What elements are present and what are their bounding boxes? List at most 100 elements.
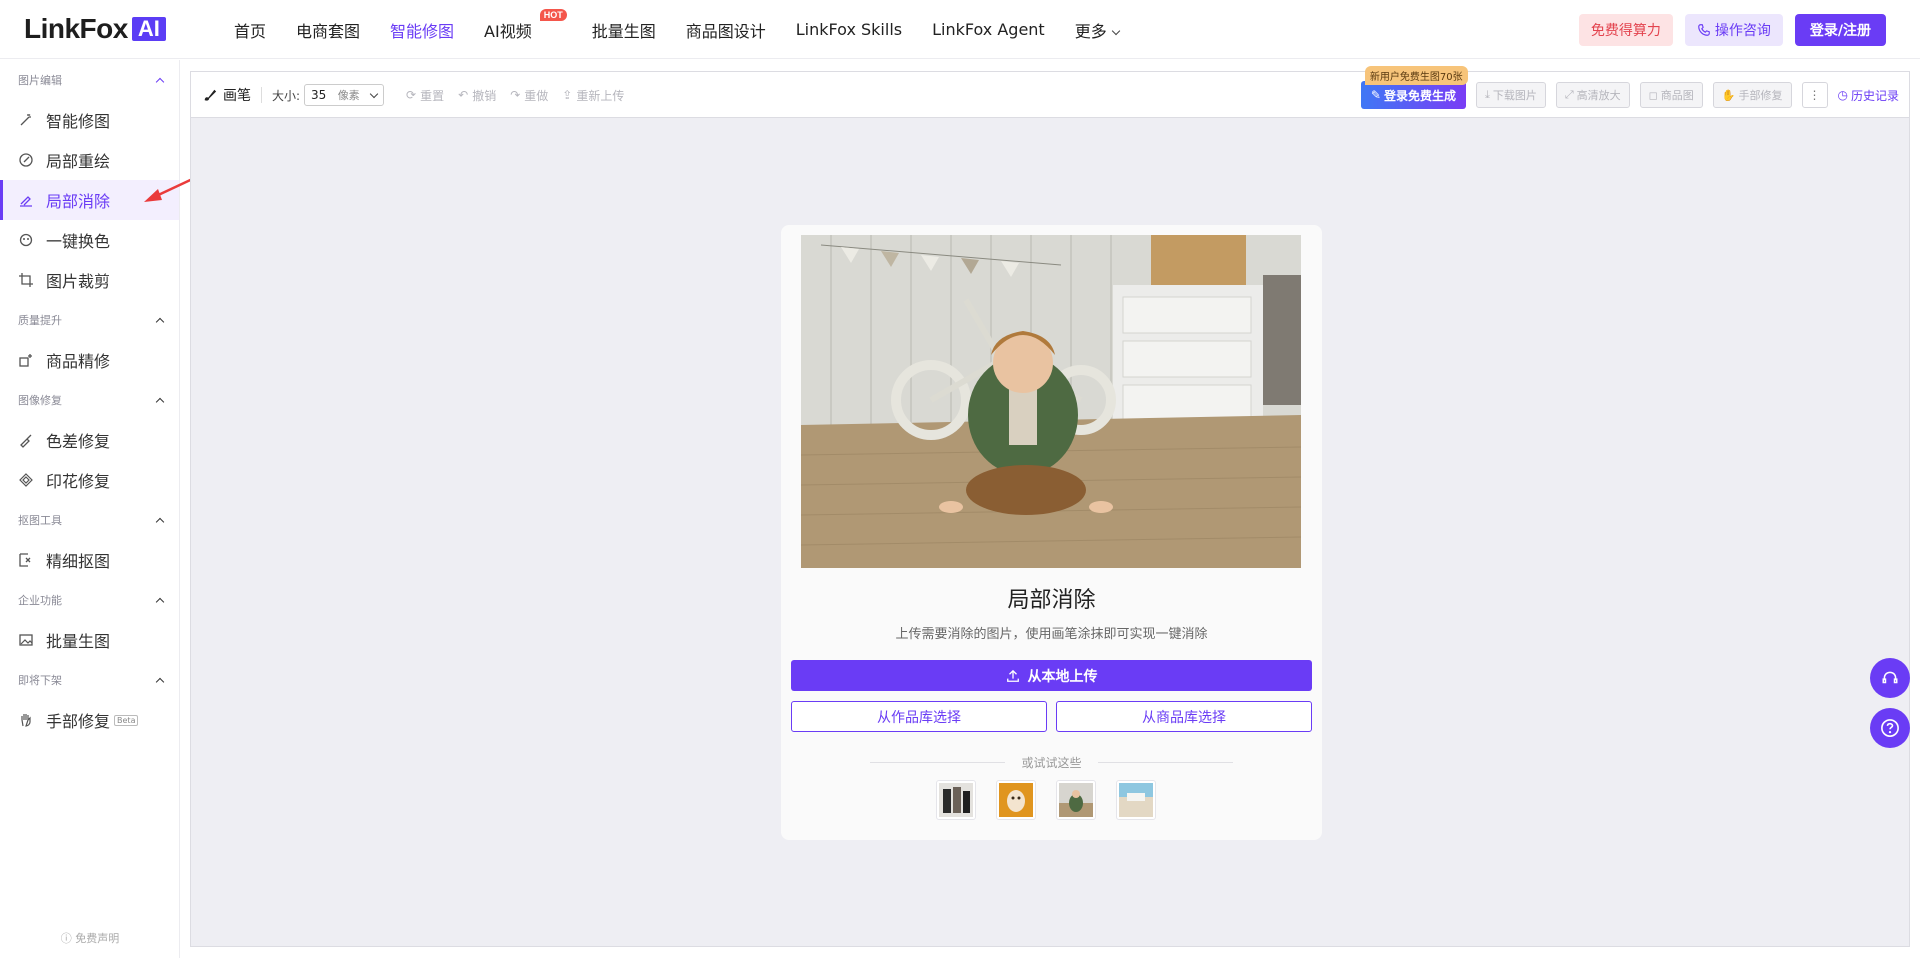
reset-label: 重置: [420, 88, 445, 103]
sidebar-item-label: 智能修图: [46, 112, 111, 131]
section-deprecating[interactable]: 即将下架: [18, 672, 165, 688]
info-icon: ⓘ: [60, 932, 72, 945]
sidebar-item-hand-fix[interactable]: 手部修复 Beta: [0, 700, 179, 740]
upload-label: 从本地上传: [1027, 668, 1098, 685]
help-button[interactable]: [1870, 708, 1910, 748]
nav-item-agent[interactable]: LinkFox Agent: [932, 20, 1045, 39]
chevron-down-icon: [369, 89, 379, 98]
download-icon: ⤓: [1484, 88, 1490, 101]
nav-item-batch[interactable]: 批量生图: [592, 18, 656, 42]
chevron-up-icon: [155, 317, 165, 326]
top-navbar: LinkFox AI 首页 电商套图 智能修图 AI视频 HOT 批量生图 商品图…: [0, 0, 1920, 59]
sidebar-item-label: 精细抠图: [46, 552, 111, 571]
new-user-tag: 新用户免费生图70张: [1364, 66, 1468, 85]
sidebar-item-print-fix[interactable]: 印花修复: [0, 460, 179, 500]
nav-item-smart-edit[interactable]: 智能修图: [390, 18, 454, 42]
logo[interactable]: LinkFox AI: [24, 13, 166, 44]
chevron-up-icon: [155, 77, 165, 86]
main-nav: 首页 电商套图 智能修图 AI视频 HOT 批量生图 商品图设计 LinkFox …: [234, 0, 1149, 59]
brush-tool[interactable]: 画笔: [203, 85, 251, 105]
workspace: 画笔 大小: 35 像素 ⟳ 重置 ↶ 撤销 ↷ 重做 ⇪ 重新上传 新用户免费生图70…: [190, 66, 1910, 947]
section-repair[interactable]: 图像修复: [18, 392, 165, 408]
undo-button[interactable]: ↶ 撤销: [458, 87, 496, 104]
brush-icon: [18, 432, 34, 448]
try-label: 或试试这些: [1021, 756, 1082, 770]
section-title: 图像修复: [18, 394, 62, 407]
section-enterprise[interactable]: 企业功能: [18, 592, 165, 608]
section-quality[interactable]: 质量提升: [18, 312, 165, 328]
chevron-up-icon: [155, 517, 165, 526]
sidebar-item-label: 一键换色: [46, 232, 111, 251]
nav-item-more[interactable]: 更多: [1075, 18, 1120, 42]
sidebar-item-crop[interactable]: 图片裁剪: [0, 260, 179, 300]
hand-icon: ✋: [1721, 88, 1736, 102]
sample-image-3[interactable]: [1056, 780, 1096, 820]
divider: [1097, 762, 1233, 763]
upload-icon: [1006, 669, 1019, 682]
cutout-icon: [18, 552, 34, 568]
crop-icon: [18, 272, 34, 288]
login-generate-button[interactable]: 新用户免费生图70张 ✎ 登录免费生成: [1360, 66, 1468, 109]
nav-item-skills[interactable]: LinkFox Skills: [796, 20, 902, 39]
sidebar-item-color-fix[interactable]: 色差修复: [0, 420, 179, 460]
sample-image-1[interactable]: [936, 780, 976, 820]
nav-item-product-design[interactable]: 商品图设计: [686, 18, 766, 42]
hand-fix-button[interactable]: ✋ 手部修复: [1712, 82, 1792, 108]
sidebar-item-recolor[interactable]: 一键换色: [0, 220, 179, 260]
pattern-icon: [18, 472, 34, 488]
consult-button[interactable]: 操作咨询: [1684, 14, 1783, 46]
section-cutout[interactable]: 抠图工具: [18, 512, 165, 528]
upscale-icon: ⤢: [1564, 88, 1574, 101]
free-credits-button[interactable]: 免费得算力: [1578, 14, 1673, 46]
brush-icon: [204, 89, 217, 101]
redo-button[interactable]: ↷ 重做: [510, 87, 548, 104]
brush-size-select[interactable]: 35 像素: [304, 84, 385, 106]
sidebar-item-label: 印花修复: [46, 472, 111, 491]
divider: [261, 87, 262, 103]
sample-image-2[interactable]: [996, 780, 1036, 820]
sidebar-item-batch[interactable]: 批量生图: [0, 620, 179, 660]
download-button[interactable]: ⤓ 下载图片: [1475, 82, 1546, 108]
sidebar-item-label: 批量生图: [46, 632, 111, 651]
select-from-works-button[interactable]: 从作品库选择: [791, 701, 1047, 732]
chevron-up-icon: [155, 397, 165, 406]
sparkle-box-icon: [18, 352, 34, 368]
hand-fix-label: 手部修复: [1738, 89, 1783, 102]
sidebar-item-label: 局部消除: [46, 192, 111, 211]
nav-item-ai-video[interactable]: AI视频 HOT: [484, 8, 567, 42]
select-from-products-button[interactable]: 从商品库选择: [1056, 701, 1312, 732]
history-link[interactable]: ◷ 历史记录: [1838, 87, 1900, 104]
sample-image-4[interactable]: [1116, 780, 1156, 820]
upscale-button[interactable]: ⤢ 高清放大: [1555, 82, 1630, 108]
sidebar-item-fine-cutout[interactable]: 精细抠图: [0, 540, 179, 580]
section-image-edit[interactable]: 图片编辑: [18, 72, 165, 88]
upload-local-button[interactable]: 从本地上传: [791, 660, 1312, 691]
card-subtitle: 上传需要消除的图片，使用画笔涂抹即可实现一键消除: [895, 627, 1208, 642]
chevron-up-icon: [155, 597, 165, 606]
consult-label: 操作咨询: [1714, 23, 1771, 39]
nav-item-ecommerce-set[interactable]: 电商套图: [296, 18, 360, 42]
support-button[interactable]: [1870, 658, 1910, 698]
upload-card: 局部消除 上传需要消除的图片，使用画笔涂抹即可实现一键消除 从本地上传 从作品库…: [781, 225, 1322, 840]
size-label: 大小:: [272, 88, 301, 103]
reupload-button[interactable]: ⇪ 重新上传: [562, 87, 624, 104]
nav-item-home[interactable]: 首页: [234, 18, 266, 42]
more-options-button[interactable]: ⋮: [1801, 82, 1828, 108]
disclaimer-link[interactable]: ⓘ 免费声明: [0, 930, 180, 946]
sidebar-item-smart-edit[interactable]: 智能修图: [0, 100, 179, 140]
card-title: 局部消除: [1007, 588, 1096, 613]
question-icon: [1881, 719, 1899, 737]
nav-item-ai-video-label: AI视频: [484, 21, 532, 41]
reset-button[interactable]: ⟳ 重置: [406, 87, 444, 104]
hand-icon: [18, 712, 34, 728]
download-label: 下载图片: [1492, 89, 1537, 102]
sidebar-item-label: 商品精修: [46, 352, 111, 371]
sidebar-item-product-retouch[interactable]: 商品精修: [0, 340, 179, 380]
redo-label: 重做: [524, 88, 549, 103]
size-unit: 像素: [337, 89, 360, 102]
section-title: 抠图工具: [18, 514, 62, 527]
login-button[interactable]: 登录/注册: [1794, 14, 1886, 46]
product-image-button[interactable]: ◻ 商品图: [1639, 82, 1703, 108]
sidebar-item-label: 图片裁剪: [46, 272, 111, 291]
headset-icon: [1882, 671, 1898, 684]
